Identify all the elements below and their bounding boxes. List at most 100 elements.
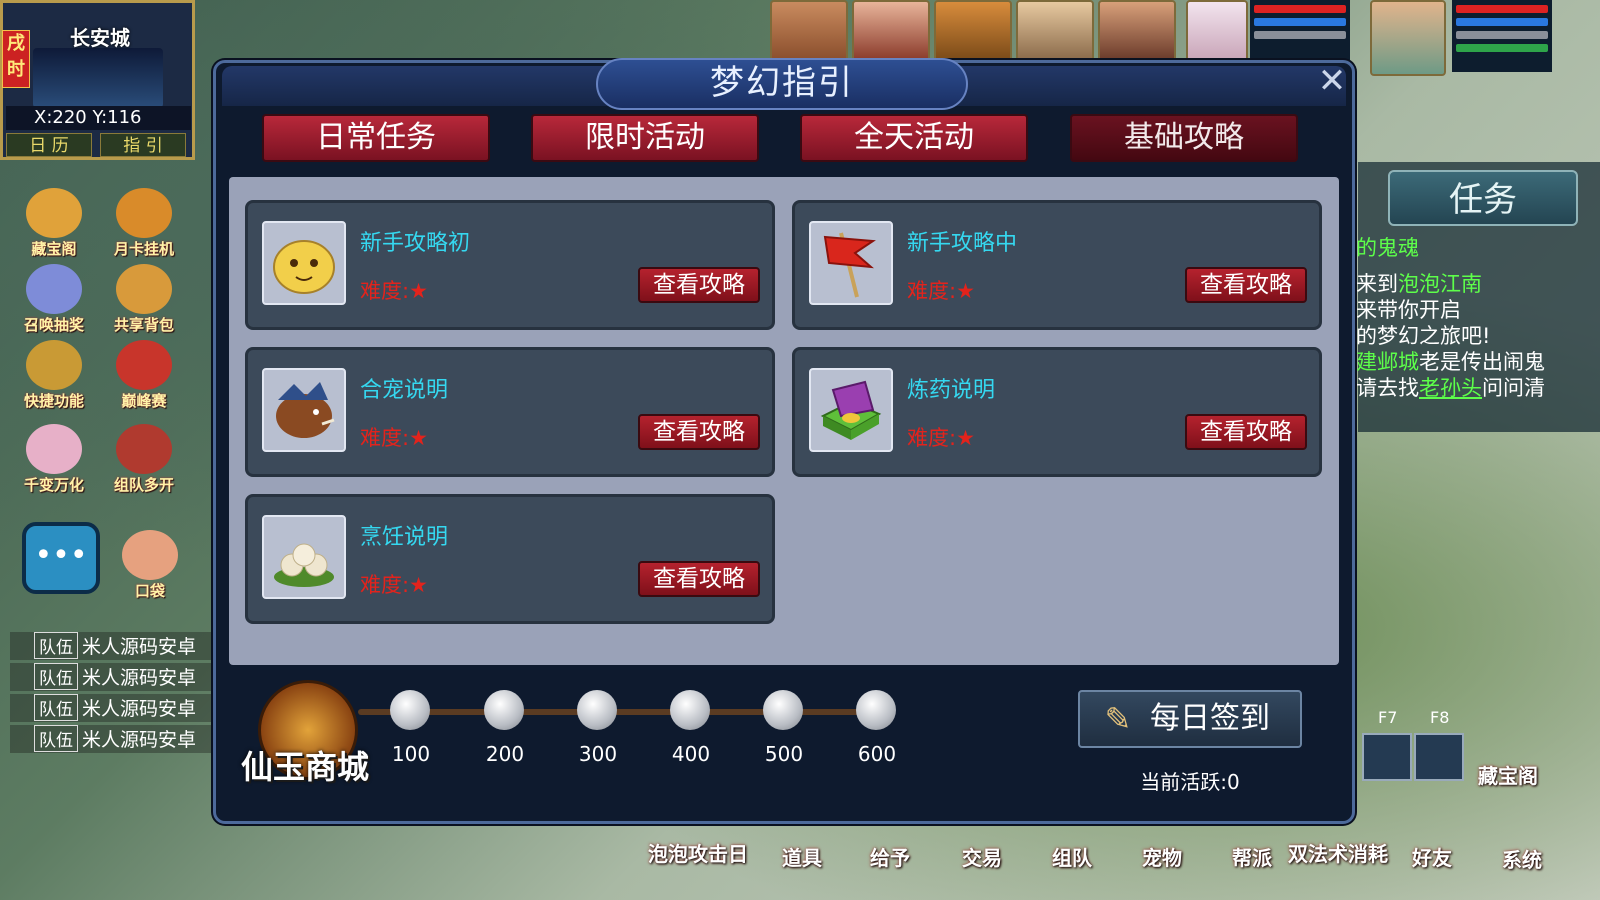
activity-reward-chest[interactable] [577,690,617,730]
team-tag: 队伍 [34,632,78,659]
mp-bar [1254,18,1346,26]
team-message: 米人源码安卓 [82,698,197,720]
close-button[interactable]: ✕ [1314,64,1350,100]
pet-avatar[interactable] [1186,0,1248,62]
milestone-label: 500 [764,742,804,766]
chat-bubble-icon: ••• [34,538,88,573]
pocket-label: 口袋 [134,582,165,600]
milestone-label: 300 [578,742,618,766]
quest-text: 的梦幻之旅吧! [1356,324,1491,348]
calendar-button[interactable]: 日 历 [6,133,92,157]
summon-lottery-button[interactable]: 召唤抽奖 [16,264,92,340]
view-guide-button[interactable]: 查看攻略 [638,561,760,597]
hotkey-label: F8 [1430,708,1450,727]
party-member-avatar[interactable] [1016,0,1094,62]
quick-function-label: 快捷功能 [23,392,84,410]
quest-link[interactable]: 泡泡江南 [1398,272,1482,296]
shared-bag-button[interactable]: 共享背包 [106,264,182,340]
milestone-label: 400 [671,742,711,766]
flag-icon [809,221,893,305]
monthly-card-button[interactable]: 月卡挂机 [106,188,182,264]
bottom-bar-item[interactable]: 泡泡攻击日 [648,838,748,867]
treasure-icon [26,188,82,238]
dialog-title: 梦幻指引 [710,63,854,103]
activity-reward-chest[interactable] [670,690,710,730]
guild-button[interactable]: 帮派 [1232,842,1272,871]
guide-difficulty: 难度:★ [360,573,428,597]
jade-shop-button[interactable]: 仙玉商城 [222,742,388,788]
monthly-card-label: 月卡挂机 [113,240,174,258]
tab-limited-events[interactable]: 限时活动 [531,114,759,162]
activity-reward-chest[interactable] [484,690,524,730]
activity-reward-chest[interactable] [856,690,896,730]
quest-link[interactable]: 建邺城 [1356,350,1419,374]
tab-daily-tasks[interactable]: 日常任务 [262,114,490,162]
treasure-pavilion-shortcut[interactable]: 藏宝阁 [1478,760,1538,789]
chat-button[interactable]: ••• [22,522,100,594]
quick-function-icon [26,340,82,390]
current-activity: 当前活跃:0 [1140,770,1240,794]
view-guide-button[interactable]: 查看攻略 [1185,414,1307,450]
bun-icon [262,221,346,305]
party-member-avatar[interactable] [934,0,1012,62]
team-button[interactable]: 组队 [1052,842,1092,871]
view-guide-button[interactable]: 查看攻略 [638,414,760,450]
trade-button[interactable]: 交易 [962,842,1002,871]
peak-match-button[interactable]: 巅峰赛 [106,340,182,416]
hotkey-slot-f7[interactable] [1362,733,1412,781]
hp-bar [1456,5,1548,13]
peak-match-label: 巅峰赛 [121,392,167,410]
guide-card: 烹饪说明 难度:★ 查看攻略 [245,494,775,624]
guide-title: 炼药说明 [907,378,996,403]
activity-progress-track [358,709,892,715]
quest-tab[interactable]: 任务 [1388,170,1578,226]
guide-card: 新手攻略初 难度:★ 查看攻略 [245,200,775,330]
pocket-button[interactable]: 口袋 [112,530,188,606]
pet-status-bars [1250,0,1350,62]
guide-button[interactable]: 指 引 [100,133,186,157]
tab-basic-guides[interactable]: 基础攻略 [1070,114,1298,162]
medicine-box-icon [809,368,893,452]
shared-bag-label: 共享背包 [113,316,174,334]
quest-line: 请去找老孙头问问清 [1356,372,1596,402]
quest-link[interactable]: 老孙头 [1419,376,1482,400]
player-avatar[interactable] [1370,0,1446,76]
party-member-avatar[interactable] [1098,0,1176,62]
close-icon: ✕ [1317,61,1347,101]
transform-button[interactable]: 千变万化 [16,424,92,500]
treasure-pavilion-button[interactable]: 藏宝阁 [16,188,92,264]
view-guide-button[interactable]: 查看攻略 [1185,267,1307,303]
team-chat-line: 队伍 米人源码安卓 [10,632,220,660]
party-member-avatar[interactable] [852,0,930,62]
items-button[interactable]: 道具 [782,842,822,871]
quest-title: 的鬼魂 [1356,236,1419,260]
quick-function-button[interactable]: 快捷功能 [16,340,92,416]
minimap-scene [33,48,163,108]
activity-reward-chest[interactable] [390,690,430,730]
friends-button[interactable]: 好友 [1412,842,1452,871]
team-message: 米人源码安卓 [82,667,197,689]
team-chat-line: 队伍 米人源码安卓 [10,725,220,753]
pet-button[interactable]: 宠物 [1142,842,1182,871]
view-guide-button[interactable]: 查看攻略 [638,267,760,303]
team-tag: 队伍 [34,663,78,690]
player-status-bars [1452,0,1552,72]
team-multi-button[interactable]: 组队多开 [106,424,182,500]
party-member-avatar[interactable] [770,0,848,62]
bag-icon [116,264,172,314]
activity-reward-chest[interactable] [763,690,803,730]
anger-bar [1456,31,1548,39]
quest-text: 老是传出闹鬼 [1419,350,1545,374]
bottom-bar-item: 双法术消耗 [1288,842,1388,866]
steamed-buns-icon [262,515,346,599]
system-button[interactable]: 系统 [1502,844,1542,873]
guide-title: 新手攻略中 [907,231,1018,256]
team-multi-label: 组队多开 [113,476,174,494]
scroll-icon: ✎ [1104,700,1132,738]
tab-allday-events[interactable]: 全天活动 [800,114,1028,162]
gold-ingot-icon [116,188,172,238]
quest-text: 来带你开启 [1356,298,1461,322]
hotkey-slot-f8[interactable] [1414,733,1464,781]
give-button[interactable]: 给予 [870,842,910,871]
guide-difficulty: 难度:★ [907,279,975,303]
